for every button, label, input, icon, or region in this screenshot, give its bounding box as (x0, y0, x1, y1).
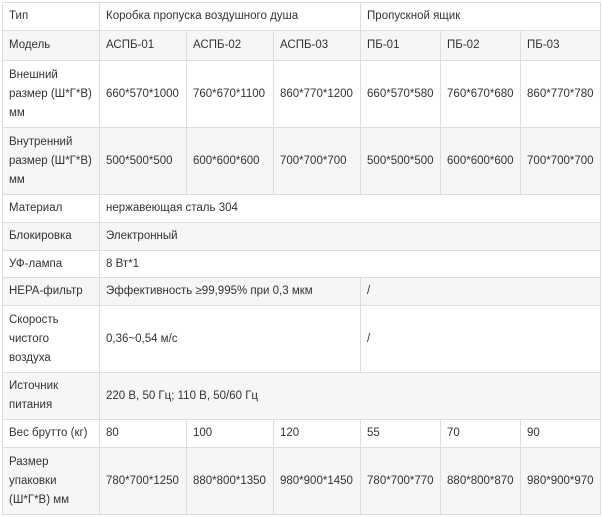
package-size-cell: 980*900*970 (520, 447, 602, 515)
lock-label: Блокировка (2, 222, 100, 251)
header-air-shower-group: Коробка пропуска воздушного душа (98, 2, 362, 31)
air-speed-label: Скорость чистого воздуха (2, 305, 100, 373)
air-speed-box-value: / (360, 305, 602, 373)
weight-cell: 100 (186, 419, 274, 448)
outer-size-cell: 660*570*1000 (99, 60, 187, 128)
package-size-cell: 880*800*1350 (186, 447, 274, 515)
lock-value: Электронный (98, 222, 602, 251)
inner-size-label: Внутренний размер (Ш*Г*В) мм (2, 127, 100, 195)
package-size-cell: 780*700*770 (360, 447, 442, 515)
package-size-cell: 980*900*1450 (272, 447, 362, 515)
material-value: нержавеющая сталь 304 (98, 194, 602, 223)
header-pass-box-group: Пропускной ящик (360, 2, 602, 31)
inner-size-cell: 500*500*500 (99, 127, 187, 195)
header-type-label: Тип (2, 2, 100, 31)
model-cell: АСПБ-01 (99, 30, 187, 61)
hepa-label: HEPA-фильтр (2, 277, 100, 306)
package-size-label: Размер упаковки (Ш*Г*В) мм (2, 447, 100, 515)
material-row: Материал нержавеющая сталь 304 (2, 194, 602, 223)
power-label: Источник питания (2, 372, 100, 420)
inner-size-cell: 600*600*600 (186, 127, 274, 195)
material-label: Материал (2, 194, 100, 223)
model-cell: ПБ-01 (360, 30, 442, 61)
package-size-row: Размер упаковки (Ш*Г*В) мм 780*700*1250 … (2, 447, 602, 515)
model-cell: ПБ-02 (440, 30, 522, 61)
inner-size-cell: 700*700*700 (520, 127, 602, 195)
model-row: Модель АСПБ-01 АСПБ-02 АСПБ-03 ПБ-01 ПБ-… (2, 30, 602, 61)
header-row: Тип Коробка пропуска воздушного душа Про… (2, 2, 602, 31)
outer-size-cell: 760*670*680 (440, 60, 522, 128)
air-speed-air-value: 0,36~0,54 м/с (98, 305, 362, 373)
model-cell: АСПБ-02 (186, 30, 274, 61)
lock-row: Блокировка Электронный (2, 222, 602, 251)
model-label: Модель (2, 30, 100, 61)
hepa-air-value: Эффективность ≥99,995% при 0,3 мкм (98, 277, 362, 306)
spec-table: Тип Коробка пропуска воздушного душа Про… (2, 2, 602, 515)
package-size-cell: 780*700*1250 (99, 447, 187, 515)
power-value: 220 В, 50 Гц; 110 В, 50/60 Гц (98, 372, 602, 420)
inner-size-row: Внутренний размер (Ш*Г*В) мм 500*500*500… (2, 127, 602, 195)
weight-label: Вес брутто (кг) (2, 419, 100, 448)
hepa-box-value: / (360, 277, 602, 306)
outer-size-label: Внешний размер (Ш*Г*В) мм (2, 60, 100, 128)
outer-size-cell: 660*570*580 (360, 60, 442, 128)
outer-size-cell: 760*670*1100 (186, 60, 274, 128)
inner-size-cell: 700*700*700 (272, 127, 362, 195)
weight-cell: 70 (440, 419, 522, 448)
weight-cell: 80 (99, 419, 187, 448)
outer-size-cell: 860*770*1200 (272, 60, 362, 128)
weight-row: Вес брутто (кг) 80 100 120 55 70 90 (2, 419, 602, 448)
air-speed-row: Скорость чистого воздуха 0,36~0,54 м/с / (2, 305, 602, 373)
uv-lamp-value: 8 Вт*1 (98, 250, 602, 278)
model-cell: АСПБ-03 (272, 30, 362, 61)
model-cell: ПБ-03 (520, 30, 602, 61)
inner-size-cell: 500*500*500 (360, 127, 442, 195)
hepa-row: HEPA-фильтр Эффективность ≥99,995% при 0… (2, 277, 602, 306)
inner-size-cell: 600*600*600 (440, 127, 522, 195)
weight-cell: 90 (520, 419, 602, 448)
uv-lamp-label: УФ-лампа (2, 250, 100, 278)
uv-lamp-row: УФ-лампа 8 Вт*1 (2, 250, 602, 278)
weight-cell: 55 (360, 419, 442, 448)
weight-cell: 120 (272, 419, 362, 448)
power-row: Источник питания 220 В, 50 Гц; 110 В, 50… (2, 372, 602, 420)
package-size-cell: 880*800*870 (440, 447, 522, 515)
outer-size-row: Внешний размер (Ш*Г*В) мм 660*570*1000 7… (2, 60, 602, 128)
outer-size-cell: 860*770*780 (520, 60, 602, 128)
